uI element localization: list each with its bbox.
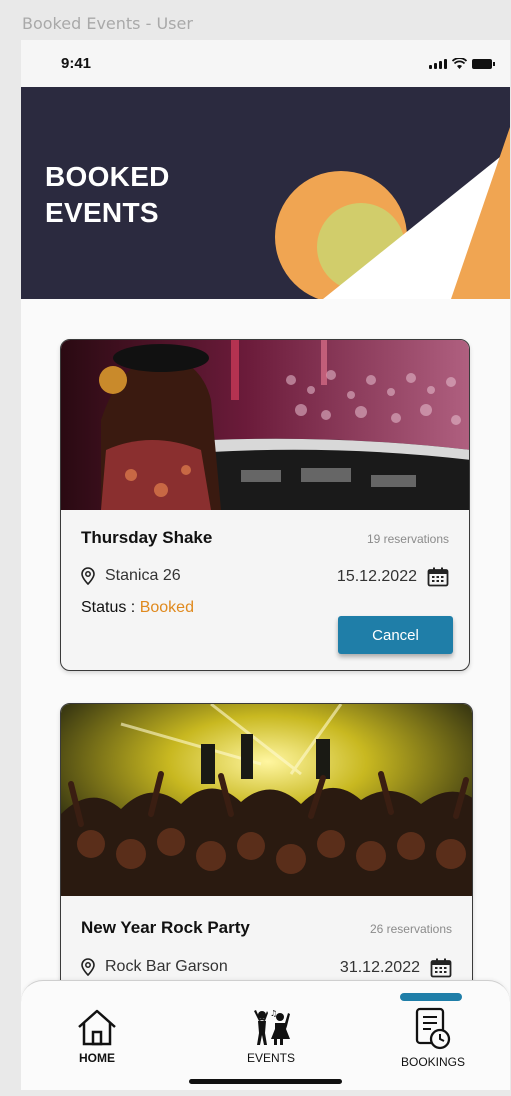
location-pin-icon [81,567,95,585]
event-location: Stanica 26 [81,567,181,585]
status-label: Status : [81,599,136,616]
battery-icon [472,59,495,69]
event-card[interactable]: New Year Rock Party 26 reservations Rock… [60,703,473,999]
status-bar: 9:41 [21,40,510,87]
bottom-tab-bar: HOME ♫ EVENTS BOOKINGS [21,980,510,1090]
status-icons [429,58,495,69]
home-indicator[interactable] [189,1079,342,1084]
calendar-icon [427,567,449,587]
event-card[interactable]: Thursday Shake 19 reservations Stanica 2… [60,339,470,671]
wifi-icon [452,58,467,69]
calendar-icon [430,958,452,978]
status-value: Booked [139,599,194,616]
bookings-clock-icon [415,1007,451,1050]
event-title: New Year Rock Party [81,918,250,937]
date-label: 15.12.2022 [336,568,417,585]
tab-bookings[interactable]: BOOKINGS [383,1007,483,1069]
active-tab-indicator [400,993,462,1001]
signal-icon [429,59,447,69]
event-location: Rock Bar Garson [81,958,228,976]
tab-label: BOOKINGS [400,1055,465,1069]
events-list[interactable]: Thursday Shake 19 reservations Stanica 2… [21,299,510,999]
reservations-count: 19 reservations [366,532,449,546]
event-title: Thursday Shake [81,528,213,547]
page-title: BOOKED EVENTS [45,161,170,228]
location-label: Stanica 26 [105,567,181,584]
tab-label: EVENTS [246,1051,295,1065]
tab-home[interactable]: HOME [47,1007,147,1065]
cancel-button[interactable]: Cancel [338,616,453,654]
tab-events[interactable]: ♫ EVENTS [221,1007,321,1065]
location-pin-icon [81,958,95,976]
location-label: Rock Bar Garson [105,958,228,975]
date-label: 31.12.2022 [339,959,420,976]
event-image [61,340,469,510]
tab-label: HOME [79,1051,115,1065]
event-date: 15.12.2022 [337,567,449,587]
event-date: 31.12.2022 [340,958,452,978]
status-time: 9:41 [61,55,92,72]
page-header: BOOKED EVENTS [21,87,510,299]
event-image [61,704,472,896]
frame-label: Booked Events - User [22,14,193,33]
reservations-count: 26 reservations [369,922,452,936]
dancing-people-icon: ♫ [254,1009,290,1045]
event-status: Status : Booked [81,599,194,617]
phone-screen: 9:41 BOOKED EVENTS Thursday Shake 19 res… [21,40,510,1090]
home-icon [78,1009,116,1046]
svg-text:♫: ♫ [270,1009,277,1018]
